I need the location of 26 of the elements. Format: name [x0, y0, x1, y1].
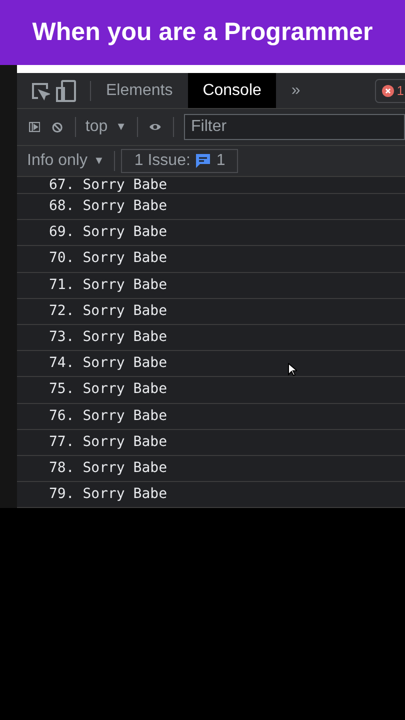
log-line: 68. Sorry Babe: [17, 194, 405, 220]
context-dropdown[interactable]: top ▼: [85, 115, 127, 139]
cursor-icon: [288, 363, 297, 376]
log-line: 71. Sorry Babe: [17, 272, 405, 299]
error-icon: [382, 84, 394, 96]
log-line: 77. Sorry Babe: [17, 430, 405, 456]
devtools-tab[interactable]: Console: [188, 73, 276, 108]
devtools-tab[interactable]: »: [276, 73, 316, 108]
log-line: 72. Sorry Babe: [17, 298, 405, 325]
log-line: 70. Sorry Babe: [17, 246, 405, 273]
inspect-icon[interactable]: [30, 80, 50, 100]
log-line: 75. Sorry Babe: [17, 377, 405, 404]
filter-field[interactable]: Filter: [184, 114, 405, 140]
log-line: 76. Sorry Babe: [17, 404, 405, 430]
devtools-tab[interactable]: Elements: [91, 73, 188, 108]
device-icon[interactable]: [56, 80, 76, 102]
issues-button[interactable]: 1 Issue: 1: [121, 149, 238, 173]
log-line: 67. Sorry Babe: [17, 177, 405, 194]
message-icon: [196, 154, 210, 168]
levels-dropdown[interactable]: Info only ▼: [27, 149, 104, 173]
log-line: 73. Sorry Babe: [17, 324, 405, 352]
log-line: 79. Sorry Babe: [17, 482, 405, 508]
log-line: 69. Sorry Babe: [17, 220, 405, 246]
log-line: 78. Sorry Babe: [17, 456, 405, 482]
caption-banner: When you are a Programmer: [0, 0, 405, 65]
error-count: 1: [396, 82, 404, 100]
